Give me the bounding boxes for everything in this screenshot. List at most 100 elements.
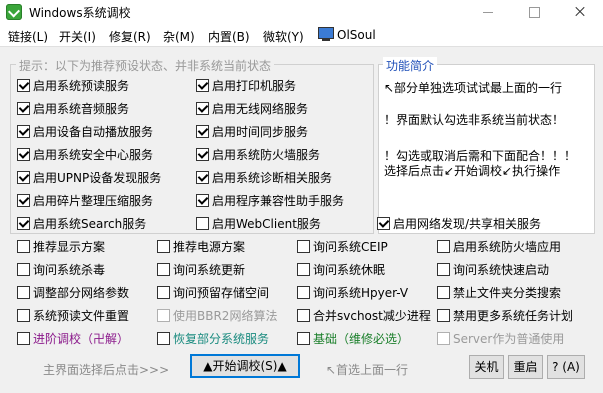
checkbox-svchost[interactable]: 合并svchost减少进程 [297, 308, 431, 324]
checkbox-prefetch-reset[interactable]: 系统预读文件重置 [17, 308, 129, 324]
checkbox-box[interactable] [196, 102, 209, 115]
window-title: Windows系统调校 [29, 6, 131, 20]
function-intro-title: 功能简介 [383, 57, 438, 74]
menu-misc[interactable]: 杂(M) [163, 28, 195, 45]
checkbox-box[interactable] [437, 240, 450, 253]
checkbox-antivirus[interactable]: 询问系统杀毒 [17, 262, 105, 278]
checkbox-box[interactable] [297, 240, 310, 253]
checkbox-update[interactable]: 询问系统更新 [157, 262, 245, 278]
hint-legend: 提示：以下为推荐预设状态、并非系统当前状态 [16, 57, 275, 74]
checkbox-box[interactable] [157, 240, 170, 253]
checkbox-printer-service[interactable]: 启用打印机服务 [196, 78, 296, 94]
checkbox-autoplay-service[interactable]: 启用设备自动播放服务 [17, 124, 153, 140]
menu-repair[interactable]: 修复(R) [109, 28, 151, 45]
minimize-icon[interactable] [465, 0, 511, 24]
menu-links[interactable]: 链接(L) [8, 28, 48, 45]
checkbox-task-schedule[interactable]: 禁用更多系统任务计划 [437, 308, 573, 324]
checkbox-restore-services[interactable]: 恢复部分系统服务 [157, 331, 269, 347]
checkbox-label: 禁用更多系统任务计划 [453, 309, 574, 323]
function-intro-line: ↖部分单独选项试试最上面的一行 [384, 81, 563, 95]
status-hint-mid: ↖首选上面一行 [326, 363, 409, 377]
restart-button[interactable]: 重启 [508, 355, 543, 379]
checkbox-webclient-service[interactable]: 启用WebClient服务 [196, 216, 321, 232]
checkbox-display-scheme[interactable]: 推荐显示方案 [17, 239, 105, 255]
checkbox-label: 禁止文件夹分类搜索 [453, 286, 562, 300]
checkbox-box[interactable] [17, 125, 30, 138]
checkbox-upnp-service[interactable]: 启用UPNP设备发现服务 [17, 170, 161, 186]
checkbox-label: 基础（维修必选） [313, 332, 410, 346]
checkbox-box[interactable] [157, 263, 170, 276]
checkbox-label: 启用UPNP设备发现服务 [33, 171, 162, 185]
shutdown-button[interactable]: 关机 [469, 355, 504, 379]
checkbox-box[interactable] [17, 240, 30, 253]
checkbox-security-center[interactable]: 启用系统安全中心服务 [17, 147, 153, 163]
checkbox-label: 调整部分网络参数 [33, 286, 130, 300]
checkbox-box[interactable] [17, 194, 30, 207]
checkbox-label: 启用无线网络服务 [212, 102, 309, 116]
checkbox-ceip[interactable]: 询问系统CEIP [297, 239, 388, 255]
checkbox-box[interactable] [17, 79, 30, 92]
checkbox-box[interactable] [196, 79, 209, 92]
checkbox-basic[interactable]: 基础（维修必选） [297, 331, 409, 347]
checkbox-box[interactable] [157, 332, 170, 345]
checkbox-prefetch-service[interactable]: 启用系统预读服务 [17, 78, 129, 94]
checkbox-network-params[interactable]: 调整部分网络参数 [17, 285, 129, 301]
checkbox-defrag-service[interactable]: 启用碎片整理压缩服务 [17, 193, 153, 209]
menu-switch[interactable]: 开关(I) [59, 28, 96, 45]
checkbox-box[interactable] [196, 171, 209, 184]
checkbox-audio-service[interactable]: 启用系统音频服务 [17, 101, 129, 117]
checkbox-label: 推荐显示方案 [33, 240, 106, 254]
checkbox-label: 启用网络发现/共享相关服务 [393, 217, 542, 231]
checkbox-timesync-service[interactable]: 启用时间同步服务 [196, 124, 308, 140]
checkbox-wireless-service[interactable]: 启用无线网络服务 [196, 101, 308, 117]
menu-olsoul[interactable]: OlSoul [337, 28, 376, 42]
checkbox-box[interactable] [297, 332, 310, 345]
checkbox-label: 合并svchost减少进程 [313, 309, 431, 323]
menu-microsoft[interactable]: 微软(Y) [263, 28, 304, 45]
maximize-icon[interactable] [511, 0, 557, 24]
checkbox-box[interactable] [17, 263, 30, 276]
checkbox-hyperv[interactable]: 询问系统Hpyer-V [297, 285, 408, 301]
checkbox-network-discovery[interactable]: 启用网络发现/共享相关服务 [377, 216, 541, 232]
checkbox-label: 询问系统休眠 [313, 263, 386, 277]
checkbox-box[interactable] [196, 125, 209, 138]
checkbox-box[interactable] [157, 286, 170, 299]
help-button[interactable]: ? (A) [547, 355, 585, 379]
checkbox-box[interactable] [297, 286, 310, 299]
checkbox-diagnostics-service[interactable]: 启用系统诊断相关服务 [196, 170, 332, 186]
menu-builtin[interactable]: 内置(B) [208, 28, 250, 45]
checkbox-box[interactable] [297, 309, 310, 322]
checkbox-compat-assistant[interactable]: 启用程序兼容性助手服务 [196, 193, 344, 209]
checkbox-folder-search[interactable]: 禁止文件夹分类搜索 [437, 285, 561, 301]
checkbox-fast-startup[interactable]: 询问系统快速启动 [437, 262, 549, 278]
checkbox-box[interactable] [17, 217, 30, 230]
checkbox-reserved-storage[interactable]: 询问预留存储空间 [157, 285, 269, 301]
checkbox-firewall-service[interactable]: 启用系统防火墙服务 [196, 147, 320, 163]
checkbox-box[interactable] [196, 194, 209, 207]
checkbox-box[interactable] [437, 263, 450, 276]
checkbox-hibernate[interactable]: 询问系统休眠 [297, 262, 385, 278]
checkbox-box[interactable] [196, 148, 209, 161]
checkbox-label: 启用系统预读服务 [33, 79, 130, 93]
checkbox-box[interactable] [437, 286, 450, 299]
checkbox-advanced-tune[interactable]: 进阶调校（卍解） [17, 331, 129, 347]
checkbox-label: 询问系统CEIP [313, 240, 388, 254]
checkbox-search-service[interactable]: 启用系统Search服务 [17, 216, 146, 232]
checkbox-box[interactable] [17, 286, 30, 299]
checkbox-box[interactable] [17, 332, 30, 345]
close-icon[interactable] [557, 0, 603, 24]
checkbox-power-scheme[interactable]: 推荐电源方案 [157, 239, 245, 255]
checkbox-box[interactable] [17, 171, 30, 184]
checkbox-box[interactable] [17, 309, 30, 322]
checkbox-box[interactable] [17, 148, 30, 161]
checkbox-box[interactable] [196, 217, 209, 230]
checkbox-box[interactable] [17, 102, 30, 115]
checkbox-label: 询问系统快速启动 [453, 263, 550, 277]
checkbox-box[interactable] [437, 309, 450, 322]
checkbox-firewall-app[interactable]: 启用系统防火墙应用 [437, 239, 561, 255]
checkbox-label: 启用程序兼容性助手服务 [212, 194, 345, 208]
checkbox-box[interactable] [297, 263, 310, 276]
start-tune-button[interactable]: ▲开始调校(S)▲ [190, 354, 300, 378]
checkbox-box[interactable] [377, 217, 390, 230]
checkbox-label: 启用碎片整理压缩服务 [33, 194, 154, 208]
